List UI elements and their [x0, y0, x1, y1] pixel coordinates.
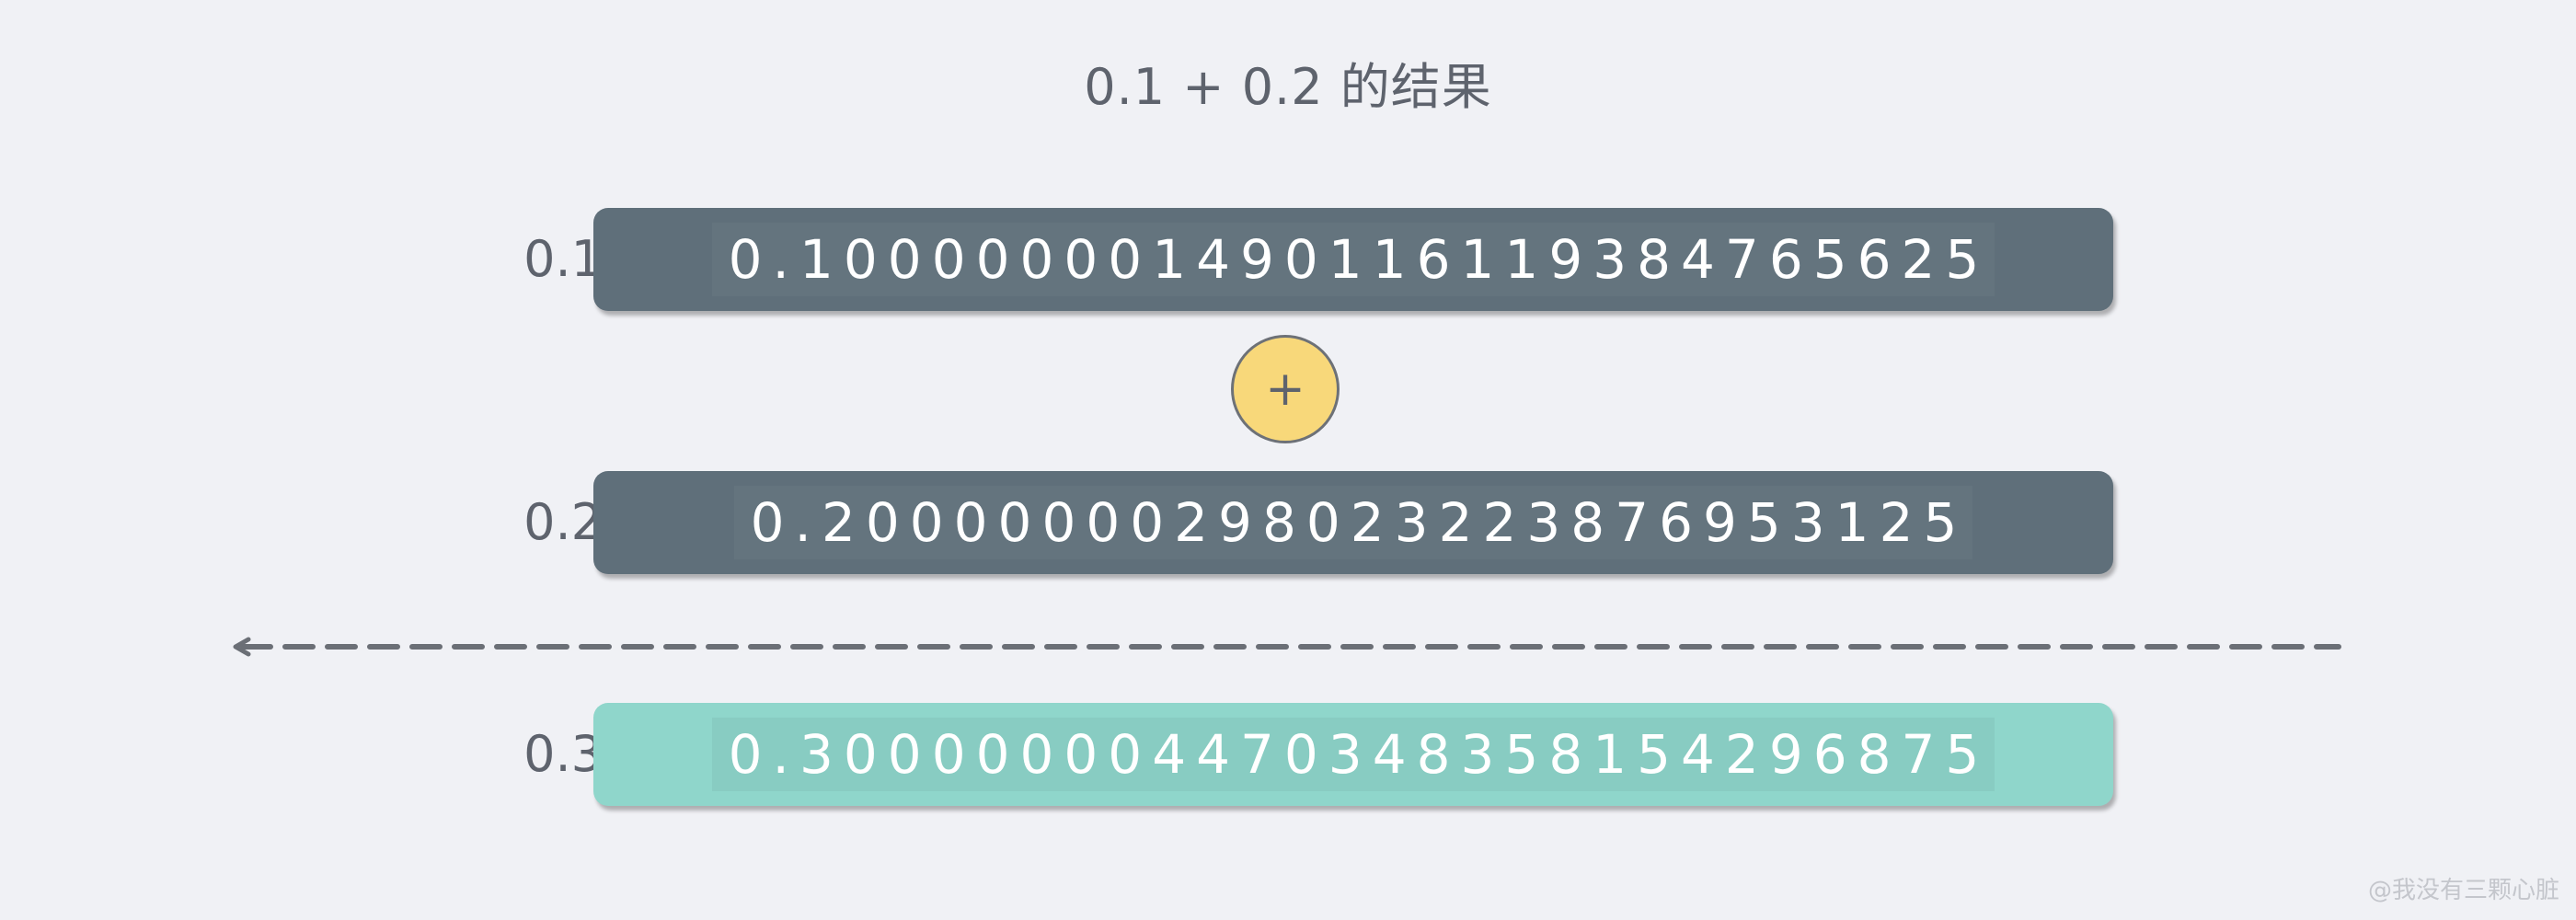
row-label-result: 0.3	[523, 725, 603, 783]
result-separator-dashed-arrow	[233, 637, 2341, 657]
value-bar-operand-2: 0.20000000298023223876953125	[593, 471, 2113, 574]
author-watermark: @我没有三颗心脏	[2367, 877, 2559, 904]
row-label-operand-2: 0.2	[523, 493, 603, 551]
diagram-canvas: 0.1 + 0.2 的结果 0.1 0.10000000149011611938…	[0, 0, 2576, 920]
value-text-result: 0.300000004470348358154296875	[711, 718, 1995, 791]
plus-operator-icon: +	[1231, 335, 1340, 443]
value-bar-operand-1: 0.100000001490116119384765625	[593, 208, 2113, 311]
row-label-operand-1: 0.1	[523, 230, 603, 288]
value-text-operand-2: 0.20000000298023223876953125	[734, 486, 1973, 559]
value-bar-result: 0.300000004470348358154296875	[593, 703, 2113, 806]
diagram-title: 0.1 + 0.2 的结果	[1084, 58, 1492, 116]
value-text-operand-1: 0.100000001490116119384765625	[712, 223, 1995, 296]
